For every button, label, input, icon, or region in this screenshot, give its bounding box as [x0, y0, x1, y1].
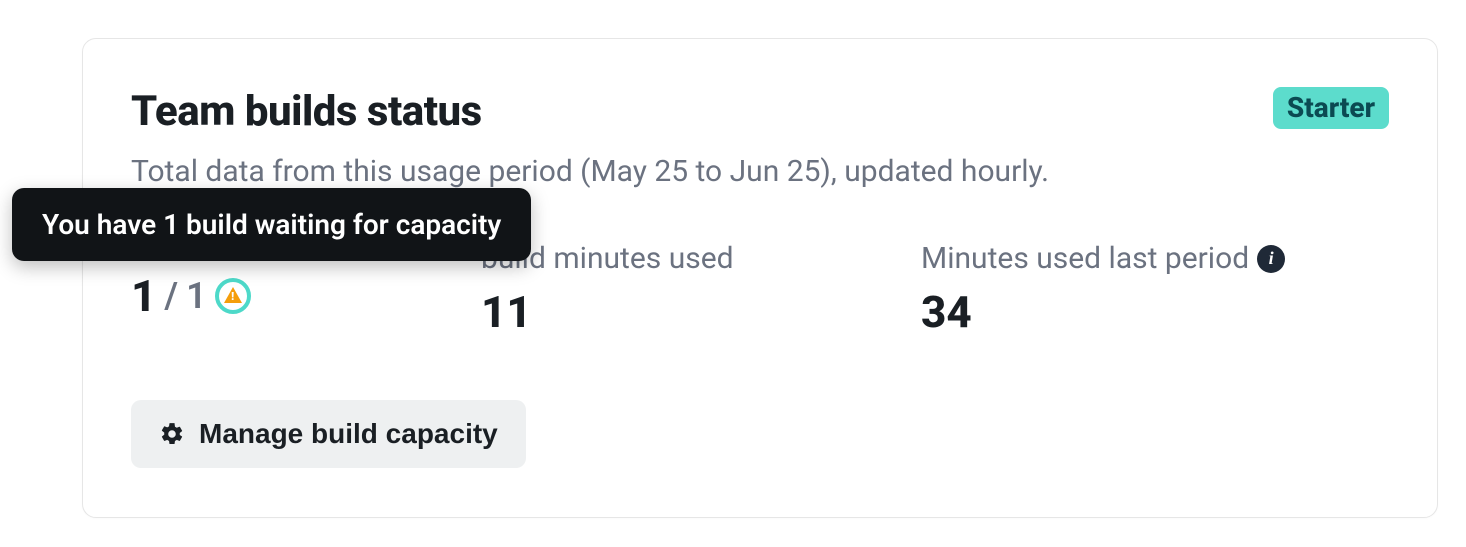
stat-value-last-period: 34	[921, 286, 1371, 338]
stat-label-last-period: Minutes used last period i	[921, 241, 1285, 276]
stat-build-minutes: build minutes used 11	[481, 241, 921, 338]
card-subtitle: Total data from this usage period (May 2…	[131, 154, 1389, 189]
manage-build-capacity-button[interactable]: Manage build capacity	[131, 400, 526, 468]
plan-badge: Starter	[1273, 87, 1389, 129]
warning-icon[interactable]: !	[215, 278, 251, 314]
stat-value-minutes: 11	[481, 286, 921, 338]
concurrent-numerator: 1	[131, 270, 156, 322]
card-title: Team builds status	[131, 87, 482, 136]
stat-last-period: Minutes used last period i 34	[921, 241, 1371, 338]
concurrent-denominator: 1	[186, 275, 207, 317]
gear-icon	[159, 421, 185, 447]
capacity-tooltip: You have 1 build waiting for capacity	[12, 188, 531, 261]
concurrent-slash: /	[164, 275, 178, 317]
stat-label-last-period-text: Minutes used last period	[921, 241, 1249, 276]
card-header-row: Team builds status Starter	[131, 87, 1389, 136]
info-icon[interactable]: i	[1257, 245, 1285, 273]
manage-button-label: Manage build capacity	[199, 418, 498, 450]
stat-value-concurrent: 1/1 !	[131, 270, 481, 322]
builds-status-card: Team builds status Starter Total data fr…	[82, 38, 1438, 518]
